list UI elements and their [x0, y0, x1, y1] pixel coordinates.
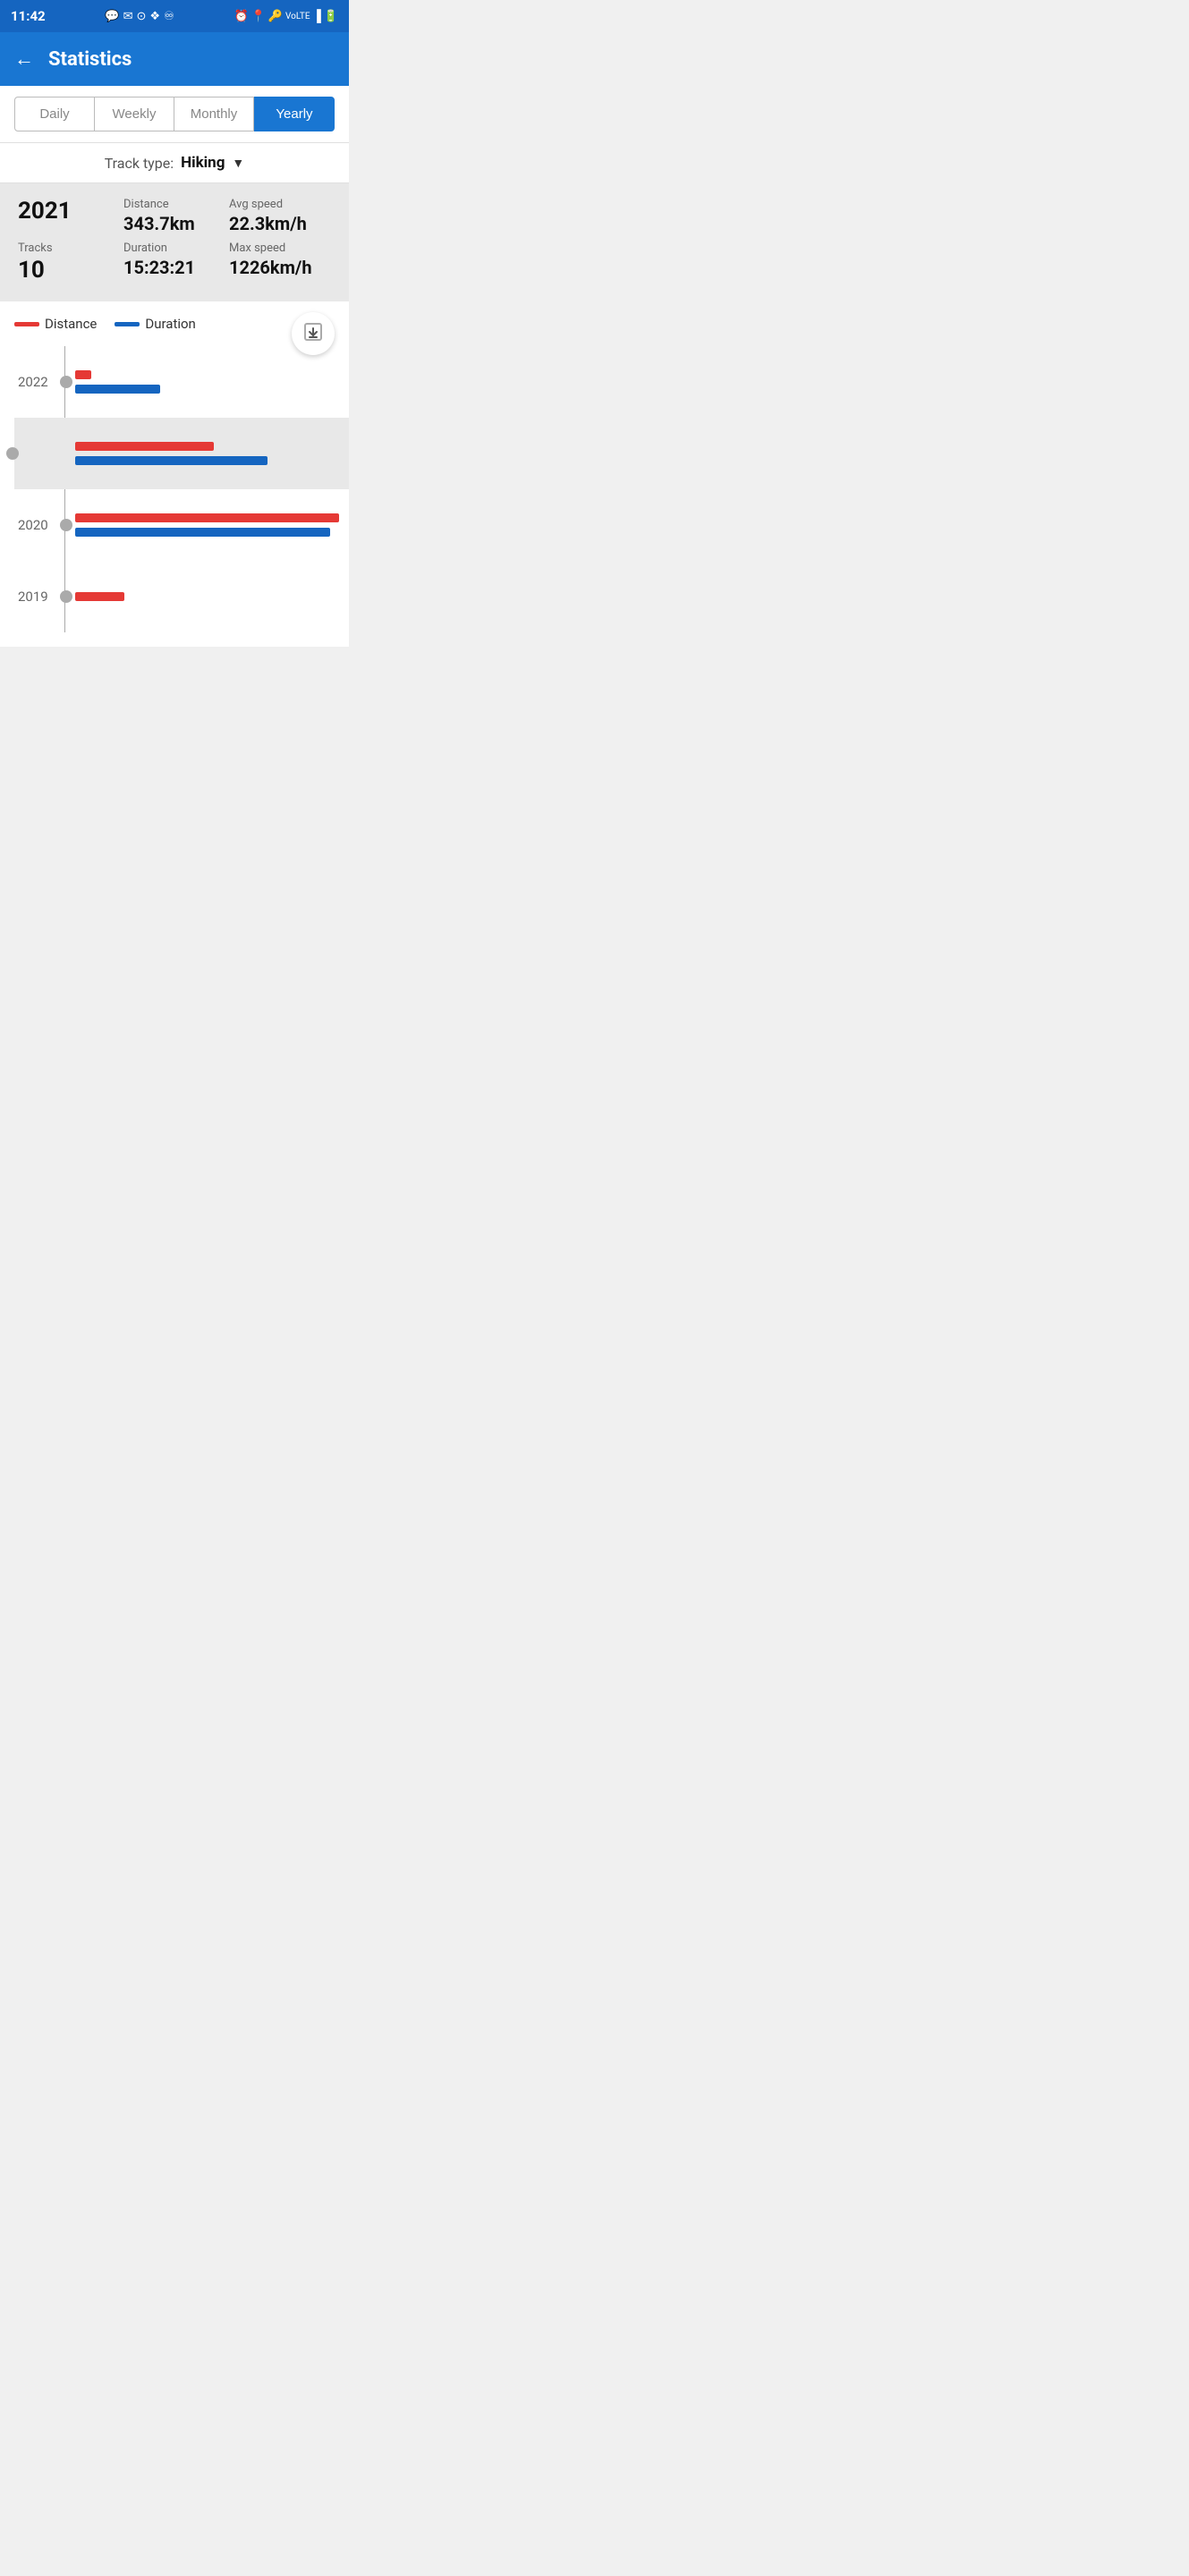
- page-title: Statistics: [48, 48, 132, 71]
- stat-duration: Duration 15:23:21: [123, 242, 225, 284]
- stat-avg-speed-value: 22.3km/h: [229, 213, 331, 234]
- stat-max-speed-value: 1226km/h: [229, 257, 331, 278]
- layers-icon: ❖: [149, 10, 160, 23]
- stats-panel: 2021 Distance 343.7km Avg speed 22.3km/h…: [0, 183, 349, 301]
- period-selector: Daily Weekly Monthly Yearly: [0, 86, 349, 143]
- stat-duration-label: Duration: [123, 242, 225, 255]
- stat-distance-value: 343.7km: [123, 213, 225, 234]
- download-icon: [302, 321, 324, 347]
- track-type-label: Track type:: [105, 155, 174, 172]
- battery-icon: 🔋: [324, 10, 338, 23]
- timeline-line: [64, 346, 65, 632]
- bar-distance-2021: [75, 442, 214, 451]
- legend-duration-line: [115, 322, 140, 326]
- status-icons-left: 💬 ✉ ⊙ ❖ ♾: [105, 10, 174, 23]
- timeline-dot-2019: [60, 590, 72, 603]
- top-bar: ← Statistics: [0, 32, 349, 86]
- bar-distance-2022: [75, 370, 91, 379]
- legend-distance: Distance: [14, 316, 97, 332]
- stat-year-value: 2021: [18, 198, 120, 226]
- bars-2019: [75, 592, 335, 601]
- timeline-dot-2020: [60, 519, 72, 531]
- period-btn-daily[interactable]: Daily: [14, 97, 95, 131]
- bar-duration-2022: [75, 385, 160, 394]
- msg-icon: 💬: [105, 10, 119, 23]
- location-icon: 📍: [251, 10, 266, 23]
- legend-duration: Duration: [115, 316, 195, 332]
- stat-duration-value: 15:23:21: [123, 257, 225, 278]
- mail-icon: ✉: [123, 10, 133, 23]
- status-bar: 11:42 💬 ✉ ⊙ ❖ ♾ ⏰ 📍 🔑 VoLTE ▐ 🔋: [0, 0, 349, 32]
- legend-distance-line: [14, 322, 39, 326]
- chart-row-2021: 2021: [14, 418, 349, 489]
- bars-2020: [75, 513, 339, 537]
- chart-section: Distance Duration 2022202120202019: [0, 301, 349, 647]
- timeline-dot-2021: [6, 447, 19, 460]
- stat-year: 2021: [18, 198, 120, 234]
- bars-2022: [75, 370, 335, 394]
- stat-distance-label: Distance: [123, 198, 225, 211]
- stat-avg-speed-label: Avg speed: [229, 198, 331, 211]
- legend-distance-label: Distance: [45, 316, 97, 332]
- chart-row-2022: 2022: [68, 346, 335, 418]
- chart-body: 2022202120202019: [14, 346, 335, 632]
- volte-icon: VoLTE: [285, 12, 310, 21]
- status-time: 11:42: [11, 8, 46, 24]
- track-type-row: Track type: Hiking ▼: [0, 143, 349, 183]
- bar-distance-2019: [75, 592, 124, 601]
- chart-rows-container: 2022202120202019: [68, 346, 335, 632]
- track-type-value: Hiking: [181, 154, 225, 172]
- bar-duration-2020: [75, 528, 330, 537]
- chart-legend: Distance Duration: [14, 316, 335, 332]
- back-button[interactable]: ←: [14, 47, 34, 71]
- legend-duration-label: Duration: [145, 316, 195, 332]
- chart-row-2020: 2020: [68, 489, 335, 561]
- timeline-dot-2022: [60, 376, 72, 388]
- year-label-2022: 2022: [18, 374, 48, 390]
- status-icons-right: ⏰ 📍 🔑 VoLTE ▐ 🔋: [234, 9, 338, 23]
- alarm-icon: ⏰: [234, 10, 248, 23]
- period-btn-yearly[interactable]: Yearly: [254, 97, 335, 131]
- stat-tracks: Tracks 10: [18, 242, 120, 284]
- bar-duration-2021: [75, 456, 268, 465]
- key-icon: 🔑: [268, 10, 283, 23]
- stat-max-speed: Max speed 1226km/h: [229, 242, 331, 284]
- alipay-icon: ♾: [164, 10, 174, 23]
- bar-distance-2020: [75, 513, 339, 522]
- stat-avg-speed: Avg speed 22.3km/h: [229, 198, 331, 234]
- signal-icon: ▐: [313, 9, 321, 23]
- stats-grid: 2021 Distance 343.7km Avg speed 22.3km/h…: [18, 198, 331, 284]
- track-type-dropdown-arrow[interactable]: ▼: [232, 156, 244, 171]
- chart-row-2019: 2019: [68, 561, 335, 632]
- year-label-2019: 2019: [18, 589, 48, 605]
- stat-distance: Distance 343.7km: [123, 198, 225, 234]
- stat-tracks-value: 10: [18, 257, 120, 284]
- circle-icon: ⊙: [137, 10, 147, 23]
- period-btn-weekly[interactable]: Weekly: [95, 97, 174, 131]
- bottom-space: [0, 647, 349, 754]
- bars-2021: [75, 442, 335, 465]
- stat-max-speed-label: Max speed: [229, 242, 331, 255]
- period-btn-monthly[interactable]: Monthly: [174, 97, 254, 131]
- stat-tracks-label: Tracks: [18, 242, 120, 255]
- year-label-2020: 2020: [18, 517, 48, 533]
